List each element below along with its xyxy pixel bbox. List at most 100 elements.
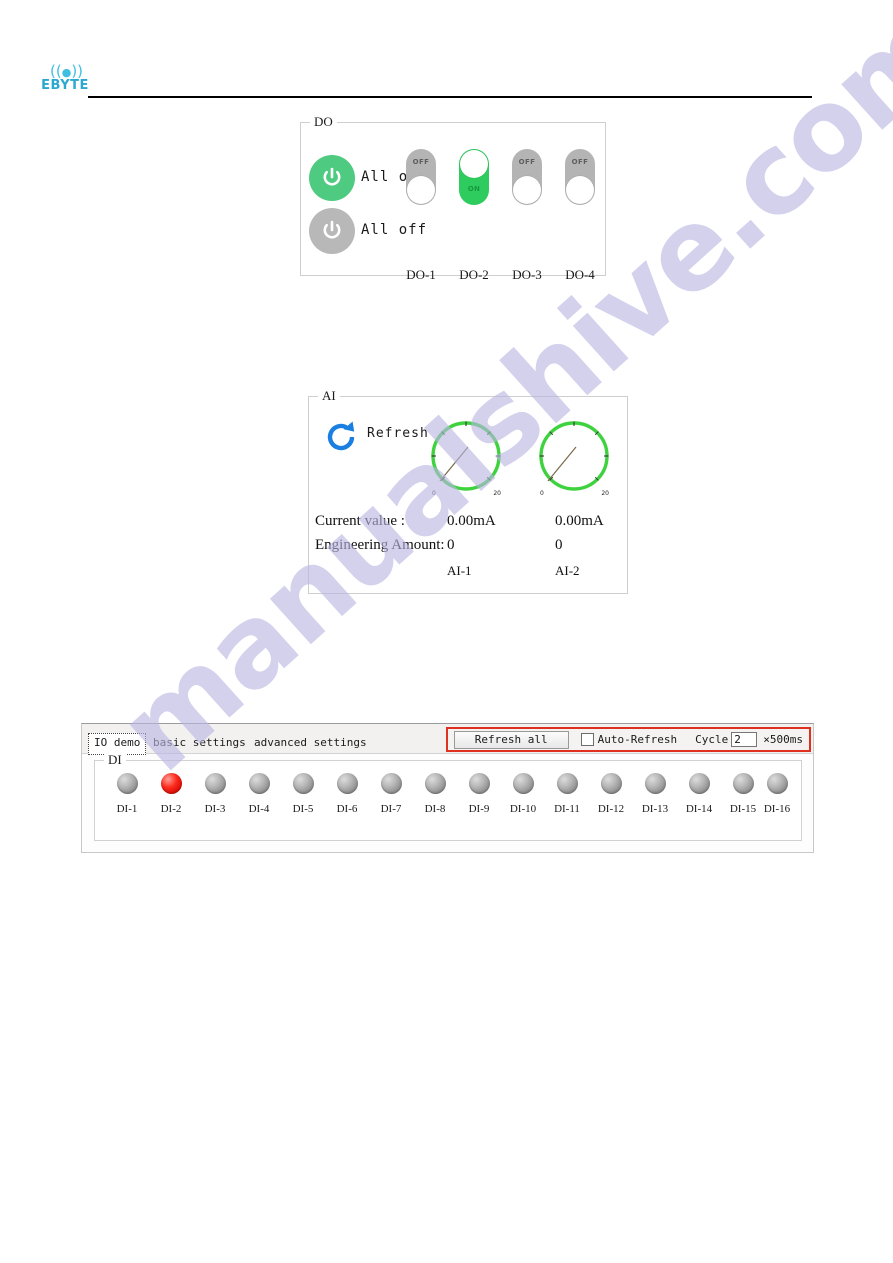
di-channel-1[interactable]: DI-1 — [105, 773, 149, 815]
di-channel-9[interactable]: DI-9 — [457, 773, 501, 815]
auto-refresh-checkbox[interactable] — [580, 733, 594, 746]
cycle-label: Cycle — [695, 733, 729, 746]
di-led-8 — [424, 773, 446, 794]
di-led-13 — [644, 773, 666, 794]
do-toggle-2-state: ON — [467, 185, 481, 193]
di-led-6 — [336, 773, 358, 794]
do-channel-4-label: DO-4 — [565, 267, 595, 282]
cycle-unit-label: ×500ms — [763, 733, 803, 746]
refresh-toolbar: Refresh all Auto-Refresh Cycle 2 ×500ms — [445, 727, 811, 752]
do-toggle-4[interactable]: OFF — [565, 149, 595, 205]
current-value-label: Current value : — [315, 513, 405, 529]
do-toggle-1-state: OFF — [412, 158, 430, 166]
di-channel-12-label: DI-12 — [597, 803, 625, 815]
tab-basic-settings[interactable]: basic settings — [147, 733, 252, 755]
di-led-12 — [600, 773, 622, 794]
di-channel-1-label: DI-1 — [116, 803, 138, 815]
auto-refresh-label: Auto-Refresh — [597, 733, 678, 746]
engineering-amount-label: Engineering Amount: — [315, 537, 445, 553]
di-channel-4[interactable]: DI-4 — [237, 773, 281, 815]
di-channel-12[interactable]: DI-12 — [589, 773, 633, 815]
do-channel-3: OFF DO-3 — [507, 149, 547, 282]
di-channel-6[interactable]: DI-6 — [325, 773, 369, 815]
ai-gauge-2: 0 20 — [529, 417, 619, 497]
di-channel-10-label: DI-10 — [509, 803, 537, 815]
di-led-9 — [468, 773, 490, 794]
ai-group-label: AI — [318, 388, 340, 403]
brand-name: EBYTE — [41, 78, 89, 93]
di-channel-5[interactable]: DI-5 — [281, 773, 325, 815]
ebyte-logo: ((●)) EBYTE — [36, 64, 94, 98]
di-led-7 — [380, 773, 402, 794]
di-channel-10[interactable]: DI-10 — [501, 773, 545, 815]
toggle-knob — [460, 150, 488, 178]
page-header: ((●)) EBYTE — [0, 0, 893, 110]
gauge-1-min-label: 0 — [432, 490, 436, 497]
di-channel-3-label: DI-3 — [204, 803, 226, 815]
toggle-knob — [513, 176, 541, 204]
di-channel-2[interactable]: DI-2 — [149, 773, 193, 815]
ai-channel-1-label: AI-1 — [447, 563, 472, 578]
di-channel-5-label: DI-5 — [292, 803, 314, 815]
di-led-15 — [732, 773, 754, 794]
power-icon — [323, 220, 341, 239]
refresh-all-button[interactable]: Refresh all — [453, 730, 569, 749]
di-channel-11[interactable]: DI-11 — [545, 773, 589, 815]
di-led-10 — [512, 773, 534, 794]
di-channel-13-label: DI-13 — [641, 803, 669, 815]
do-channel-1-label: DO-1 — [406, 267, 436, 282]
ai-gauge-1: 0 20 — [421, 417, 511, 497]
io-application-window: IO demo basic settings advanced settings… — [81, 723, 814, 853]
all-on-button[interactable] — [309, 155, 355, 201]
di-channel-7[interactable]: DI-7 — [369, 773, 413, 815]
tab-advanced-settings[interactable]: advanced settings — [248, 733, 373, 755]
refresh-button[interactable] — [319, 415, 363, 459]
di-led-16 — [766, 773, 788, 794]
di-channel-13[interactable]: DI-13 — [633, 773, 677, 815]
di-channel-6-label: DI-6 — [336, 803, 358, 815]
di-channel-3[interactable]: DI-3 — [193, 773, 237, 815]
gauge-2-max-label: 20 — [601, 490, 609, 497]
di-led-3 — [204, 773, 226, 794]
do-channel-2-label: DO-2 — [459, 267, 489, 282]
antenna-signal-icon: ((●)) — [50, 62, 84, 80]
gauge-dial-1: 0 20 — [427, 417, 505, 497]
ai-group-box: AI Refresh 0 20 0 20 Current value: Eng… — [308, 388, 628, 594]
ai-1-engineering-amount: 0 — [447, 537, 455, 553]
di-led-11 — [556, 773, 578, 794]
do-toggle-3[interactable]: OFF — [512, 149, 542, 205]
do-toggle-3-state: OFF — [518, 158, 536, 166]
di-group-box: DI DI-1 DI-2 DI-3 DI-4 DI-5 DI-6 DI-7 DI… — [94, 752, 802, 841]
di-group-label: DI — [104, 752, 126, 767]
auto-refresh-control[interactable]: Auto-Refresh — [580, 733, 678, 746]
gauge-1-max-label: 20 — [493, 490, 501, 497]
do-toggle-2[interactable]: ON — [459, 149, 489, 205]
toggle-knob — [407, 176, 435, 204]
toggle-knob — [566, 176, 594, 204]
di-channel-16[interactable]: DI-16 — [755, 773, 799, 815]
gauge-2-min-label: 0 — [540, 490, 544, 497]
all-off-button[interactable] — [309, 208, 355, 254]
tab-strip: IO demo basic settings advanced settings… — [82, 724, 813, 755]
di-channel-4-label: DI-4 — [248, 803, 270, 815]
di-channel-9-label: DI-9 — [468, 803, 490, 815]
power-icon — [323, 167, 341, 186]
ai-channel-2-label: AI-2 — [555, 563, 580, 578]
di-channel-14[interactable]: DI-14 — [677, 773, 721, 815]
di-led-14 — [688, 773, 710, 794]
do-group-box: DO All on All off OFF DO-1 ON DO-2 OFF D… — [300, 114, 606, 282]
di-channel-7-label: DI-7 — [380, 803, 402, 815]
do-toggle-1[interactable]: OFF — [406, 149, 436, 205]
all-off-label: All off — [361, 222, 428, 238]
do-channel-1: OFF DO-1 — [401, 149, 441, 282]
di-channel-8[interactable]: DI-8 — [413, 773, 457, 815]
di-led-5 — [292, 773, 314, 794]
di-channel-16-label: DI-16 — [763, 803, 791, 815]
cycle-input[interactable]: 2 — [731, 732, 758, 747]
refresh-circular-arrow-icon — [327, 421, 355, 451]
do-channel-3-label: DO-3 — [512, 267, 542, 282]
do-toggle-4-state: OFF — [571, 158, 589, 166]
ai-1-current-value: 0.00mA — [447, 513, 496, 529]
di-channel-8-label: DI-8 — [424, 803, 446, 815]
refresh-label: Refresh — [367, 426, 429, 441]
